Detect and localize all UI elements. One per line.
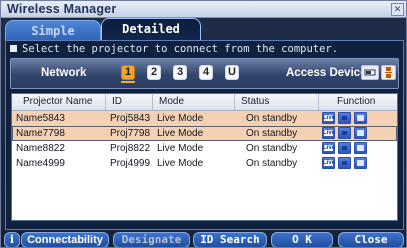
window-title: Wireless Manager <box>7 2 117 16</box>
designate-button[interactable]: Designate <box>113 232 190 247</box>
cell-mode: Live Mode <box>157 113 204 124</box>
connectability-button[interactable]: Connectability <box>21 232 109 247</box>
tab-detailed[interactable]: Detailed <box>101 18 201 42</box>
cell-status: On standby <box>246 158 298 169</box>
cell-projector-name: Name8822 <box>16 143 65 154</box>
cell-mode: Live Mode <box>157 158 204 169</box>
network-bar: Network 1 2 3 4 U Access Device <box>10 58 399 89</box>
multi-screen-icon[interactable] <box>354 127 367 139</box>
live-icon-text: Live <box>323 145 336 151</box>
network-button-label: U <box>228 66 236 78</box>
close-button[interactable]: Close <box>338 232 404 247</box>
access-device-label: Access Device <box>286 67 367 79</box>
id-search-button[interactable]: ID Search <box>193 232 267 247</box>
multi-screen-icon[interactable] <box>354 142 367 154</box>
pc-card-icon[interactable] <box>361 65 379 80</box>
live-icon[interactable]: Live <box>322 127 335 139</box>
cell-projector-name: Name7798 <box>16 128 65 139</box>
screen-icon[interactable] <box>338 112 351 124</box>
network-button-3[interactable]: 3 <box>173 65 187 80</box>
network-button-label: 1 <box>124 66 132 78</box>
table-row[interactable]: Name8822 Proj8822 Live Mode On standby L… <box>12 141 397 156</box>
network-button-label: 3 <box>176 66 184 78</box>
header-mode[interactable]: Mode <box>153 94 235 110</box>
header-id[interactable]: ID <box>106 94 153 110</box>
pc-card-icon-graphic <box>364 69 376 76</box>
table-row[interactable]: Name4999 Proj4999 Live Mode On standby L… <box>12 156 397 171</box>
table-row[interactable]: Name5843 Proj5843 Live Mode On standby L… <box>12 111 397 126</box>
screen-icon[interactable] <box>338 142 351 154</box>
network-button-label: 4 <box>202 66 210 78</box>
cell-mode: Live Mode <box>157 143 204 154</box>
cell-id: Proj4999 <box>110 158 151 169</box>
network-button-4[interactable]: 4 <box>199 65 213 80</box>
header-projector-name[interactable]: Projector Name <box>12 94 106 110</box>
instruction-text: Select the projector to connect from the… <box>22 43 339 55</box>
screen-icon[interactable] <box>338 157 351 169</box>
header-status[interactable]: Status <box>235 94 319 110</box>
cell-status: On standby <box>246 128 298 139</box>
title-bar[interactable]: Wireless Manager ✕ <box>1 1 406 18</box>
cell-id: Proj5843 <box>110 113 151 124</box>
network-button-u[interactable]: U <box>225 65 239 80</box>
network-button-2[interactable]: 2 <box>147 65 161 80</box>
table-header: Projector Name ID Mode Status Function <box>12 94 397 111</box>
network-button-label: 2 <box>150 66 158 78</box>
usb-device-icon-graphic <box>385 67 392 78</box>
tab-row: Simple Detailed <box>5 18 404 42</box>
live-icon[interactable]: Live <box>322 157 335 169</box>
info-button[interactable]: i <box>4 232 20 247</box>
selected-underline <box>121 81 135 83</box>
detailed-panel: Select the projector to connect from the… <box>5 40 404 230</box>
multi-screen-icon[interactable] <box>354 112 367 124</box>
live-icon-text: Live <box>323 115 336 121</box>
live-icon[interactable]: Live <box>322 142 335 154</box>
cell-id: Proj8822 <box>110 143 151 154</box>
cell-mode: Live Mode <box>157 128 204 139</box>
ok-button[interactable]: O K <box>271 232 333 247</box>
live-icon-text: Live <box>323 160 336 166</box>
table-row[interactable]: Name7798 Proj7798 Live Mode On standby L… <box>12 126 397 141</box>
header-function[interactable]: Function <box>319 94 397 110</box>
multi-screen-icon[interactable] <box>354 157 367 169</box>
cell-projector-name: Name4999 <box>16 158 65 169</box>
live-icon-text: Live <box>323 130 336 136</box>
instruction-line: Select the projector to connect from the… <box>10 43 338 55</box>
live-icon[interactable]: Live <box>322 112 335 124</box>
wireless-manager-window: Wireless Manager ✕ Simple Detailed Selec… <box>0 0 407 248</box>
bottom-bar: i Connectability Designate ID Search O K… <box>1 230 406 247</box>
bullet-icon <box>10 45 17 52</box>
network-label: Network <box>41 67 87 79</box>
network-button-1[interactable]: 1 <box>121 65 135 83</box>
tab-simple[interactable]: Simple <box>5 20 101 41</box>
cell-status: On standby <box>246 143 298 154</box>
usb-device-icon[interactable] <box>381 65 396 80</box>
cell-id: Proj7798 <box>110 128 151 139</box>
close-icon[interactable]: ✕ <box>391 3 404 16</box>
projector-table[interactable]: Projector Name ID Mode Status Function N… <box>11 93 398 221</box>
cell-projector-name: Name5843 <box>16 113 65 124</box>
cell-status: On standby <box>246 113 298 124</box>
screen-icon[interactable] <box>338 127 351 139</box>
